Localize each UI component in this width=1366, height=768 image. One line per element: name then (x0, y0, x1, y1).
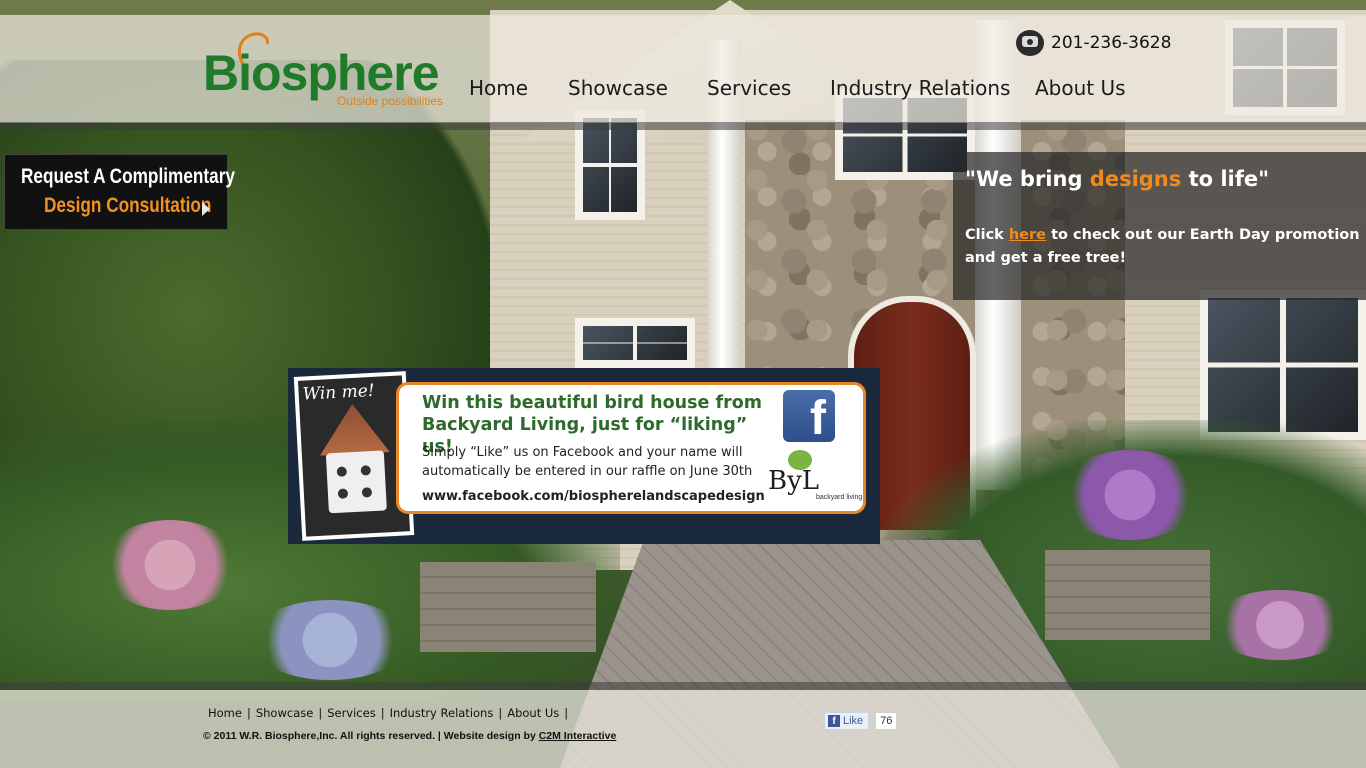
like-count: 76 (875, 712, 898, 730)
birdhouse-body (325, 450, 387, 514)
birdhouse-roof (317, 402, 390, 456)
nav-industry-relations[interactable]: Industry Relations (830, 76, 1010, 100)
tagline-accent-word: designs (1089, 167, 1182, 191)
footer-separator: | (564, 706, 569, 720)
footer-nav: Home | Showcase | Services | Industry Relat… (208, 706, 573, 720)
like-label: Like (843, 715, 864, 727)
win-me-caption: Win me! (302, 380, 376, 405)
nav-showcase[interactable]: Showcase (568, 76, 668, 100)
footer-separator: | (246, 706, 251, 720)
phone-number: 201-236-3628 (1051, 33, 1172, 53)
tagline-heading: "We bring designs to life" (965, 167, 1269, 191)
byl-mark: ByL (768, 466, 820, 496)
arrow-right-icon (202, 202, 210, 216)
tagline-quote-end: to life" (1181, 167, 1270, 191)
footer-divider (0, 682, 1366, 690)
footer-link-home[interactable]: Home (208, 706, 242, 720)
phone-contact: 201-236-3628 (1016, 30, 1171, 56)
header-divider (0, 122, 1366, 130)
footer-link-services[interactable]: Services (327, 706, 376, 720)
promo-text-prefix: Click (965, 227, 1009, 243)
consultation-line-2: Design Consultation (44, 194, 212, 217)
footer-separator: | (498, 706, 503, 720)
byl-name: backyard living (816, 494, 863, 501)
nav-home[interactable]: Home (469, 76, 528, 100)
phone-icon (1016, 30, 1044, 56)
footer-separator: | (380, 706, 385, 720)
tagline-panel: "We bring designs to life" Click here to… (953, 152, 1366, 300)
nav-services[interactable]: Services (707, 76, 791, 100)
copyright-text: © 2011 W.R. Biosphere,Inc. All rights re… (203, 730, 539, 742)
request-consultation-button[interactable]: Request A Complimentary Design Consultat… (4, 154, 235, 230)
nav-about-us[interactable]: About Us (1035, 76, 1126, 100)
biosphere-logo[interactable]: Biosphere Outside possibilities (203, 30, 463, 110)
facebook-like-widget: f Like 76 (824, 712, 898, 730)
footer-separator: | (318, 706, 323, 720)
earth-day-here-link[interactable]: here (1009, 227, 1046, 243)
footer-bar (0, 690, 1366, 768)
consultation-line-1: Request A Complimentary (21, 165, 236, 188)
backyard-living-logo: ByL backyard living (766, 450, 862, 508)
logo-wordmark: Biosphere (203, 45, 440, 101)
earth-day-promo-text: Click here to check out our Earth Day pr… (965, 224, 1360, 270)
facebook-promo-banner[interactable]: Win me! Win this beautiful bird house fr… (288, 368, 880, 544)
facebook-f-icon: f (828, 715, 840, 727)
footer-link-about-us[interactable]: About Us (507, 706, 559, 720)
footer-link-industry-relations[interactable]: Industry Relations (390, 706, 494, 720)
design-credit-link[interactable]: C2M Interactive (539, 730, 617, 742)
promo-facebook-url[interactable]: www.facebook.com/biospherelandscapedesig… (422, 489, 765, 504)
copyright-notice: © 2011 W.R. Biosphere,Inc. All rights re… (203, 730, 616, 742)
logo-tagline: Outside possibilities (337, 94, 444, 108)
footer-link-showcase[interactable]: Showcase (256, 706, 313, 720)
tagline-quote-start: "We bring (965, 167, 1090, 191)
promo-description: Simply “Like” us on Facebook and your na… (422, 445, 753, 479)
facebook-like-button[interactable]: f Like (824, 712, 870, 730)
facebook-icon[interactable]: f (783, 390, 835, 442)
